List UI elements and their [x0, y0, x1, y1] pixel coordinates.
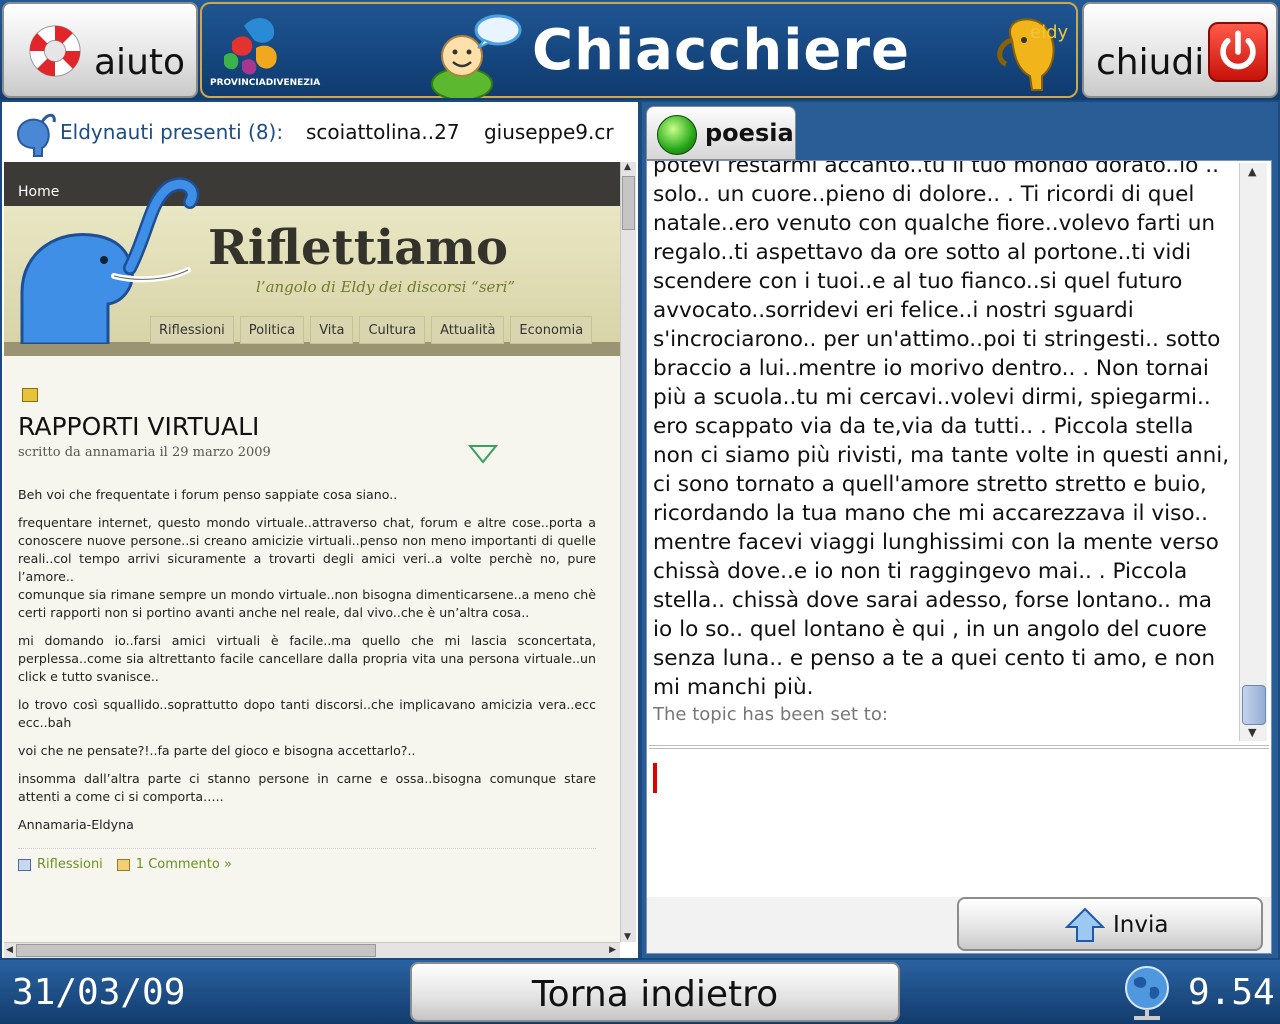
network-globe-icon	[1125, 966, 1169, 1020]
nav-tab-economia[interactable]: Economia	[510, 316, 593, 344]
date-display: 31/03/09	[12, 972, 186, 1013]
post-paragraph: lo trovo così squallido..soprattutto dop…	[18, 697, 596, 730]
send-button[interactable]: Invia	[957, 897, 1263, 951]
blog-post: RAPPORTI VIRTUALI scritto da annamaria i…	[18, 388, 596, 872]
post-body: Beh voi che frequentate i forum penso sa…	[18, 486, 596, 834]
post-paragraph: insomma dall’altra parte ci stanno perso…	[18, 771, 596, 804]
online-users-label: Eldynauti presenti (8):	[60, 120, 284, 144]
title-banner: PROVINCIADIVENEZIA Chiacchiere eldy	[200, 2, 1078, 98]
chat-log: potevi restarmi accanto..tu il tuo mondo…	[653, 161, 1237, 743]
scroll-thumb[interactable]	[16, 944, 376, 957]
send-label: Invia	[1113, 912, 1169, 938]
chat-message: potevi restarmi accanto..tu il tuo mondo…	[653, 161, 1230, 700]
post-paragraph: frequentare internet, questo mondo virtu…	[18, 515, 596, 584]
eldy-logo-text: eldy	[1030, 22, 1069, 43]
send-bar: Invia	[647, 897, 1271, 953]
left-panel: Eldynauti presenti (8): scoiattolina..27…	[2, 102, 638, 958]
post-title[interactable]: RAPPORTI VIRTUALI	[18, 412, 596, 441]
scroll-left-arrow-icon[interactable]: ◀	[6, 945, 13, 955]
site-subtitle: l’angolo di Eldy dei discorsi “seri”	[256, 278, 516, 296]
chat-panel: poesia potevi restarmi accanto..tu il tu…	[642, 102, 1278, 958]
comment-icon	[116, 858, 130, 871]
lifebuoy-icon	[29, 25, 81, 77]
province-logo-text: PROVINCIADIVENEZIA	[210, 78, 321, 88]
scroll-thumb[interactable]	[622, 176, 635, 230]
online-user[interactable]: giuseppe9.cr	[484, 120, 614, 144]
close-button[interactable]: chiudi	[1082, 2, 1278, 98]
online-user[interactable]: scoiattolina..27	[306, 120, 460, 144]
nav-tab-riflessioni[interactable]: Riflessioni	[150, 316, 234, 344]
online-users-list: scoiattolina..27 giuseppe9.cr	[306, 120, 632, 144]
category-link[interactable]: Riflessioni	[37, 857, 103, 872]
web-vertical-scrollbar[interactable]: ▲ ▼	[620, 162, 636, 942]
page-title: Chiacchiere	[532, 18, 910, 83]
site-title: Riflettiamo	[208, 220, 509, 276]
tab-label: poesia	[705, 119, 794, 147]
topic-notice: The topic has been set to:	[653, 704, 888, 725]
chat-user-icon	[431, 14, 522, 98]
post-footer: Riflessioni 1 Commento »	[18, 848, 596, 872]
scroll-down-arrow-icon[interactable]: ▼	[624, 932, 631, 942]
arrow-up-icon	[1065, 907, 1105, 942]
tab-poesia[interactable]: poesia	[646, 106, 796, 160]
post-feed-icon[interactable]	[22, 388, 38, 402]
post-paragraph: Beh voi che frequentate i forum penso sa…	[18, 487, 398, 502]
clock-display: 9.54	[1188, 972, 1275, 1013]
help-button[interactable]: aiuto	[2, 2, 198, 98]
scroll-up-arrow-icon[interactable]: ▲	[1248, 165, 1256, 178]
category-icon	[18, 858, 31, 871]
post-paragraph: comunque sia rimane sempre un mondo virt…	[18, 587, 596, 620]
post-byline: scritto da annamaria il 29 marzo 2009	[18, 445, 271, 460]
scroll-up-arrow-icon[interactable]: ▲	[624, 162, 631, 172]
eldy-elephant-logo: eldy	[997, 18, 1069, 91]
scroll-right-arrow-icon[interactable]: ▶	[609, 945, 616, 955]
text-caret	[653, 763, 657, 793]
divider	[649, 745, 1269, 749]
expand-triangle-icon[interactable]	[468, 444, 498, 464]
web-horizontal-scrollbar[interactable]: ◀ ▶	[4, 942, 620, 958]
site-header: Home Riflettiamo l’angolo di Eldy dei di…	[4, 162, 620, 356]
bottom-bar: 31/03/09 Torna indietro 9.54	[0, 960, 1280, 1024]
post-paragraph: voi che ne pensate?!..fa parte del gioco…	[18, 743, 416, 758]
close-label: chiudi	[1096, 42, 1205, 83]
site-nav: Riflessioni Politica Vita Cultura Attual…	[150, 316, 593, 344]
scroll-thumb[interactable]	[1242, 685, 1266, 725]
nav-tab-vita[interactable]: Vita	[310, 316, 354, 344]
comments-link[interactable]: 1 Commento »	[136, 857, 232, 872]
online-status-icon	[657, 115, 697, 155]
power-icon	[1208, 22, 1268, 82]
nav-tab-cultura[interactable]: Cultura	[359, 316, 426, 344]
help-label: aiuto	[94, 42, 186, 83]
embedded-web-page: Home Riflettiamo l’angolo di Eldy dei di…	[4, 162, 620, 942]
top-bar: aiuto PROVINCIADIVENEZIA Chiacchiere eld…	[0, 0, 1280, 100]
scroll-down-arrow-icon[interactable]: ▼	[1248, 726, 1256, 739]
chat-scrollbar[interactable]: ▲ ▼	[1239, 163, 1267, 741]
elephant-icon	[16, 113, 56, 157]
nav-tab-politica[interactable]: Politica	[239, 316, 305, 344]
nav-tab-attualita[interactable]: Attualità	[431, 316, 505, 344]
message-input[interactable]	[649, 757, 1267, 895]
online-users-bar: Eldynauti presenti (8): scoiattolina..27…	[2, 102, 638, 160]
chat-window: potevi restarmi accanto..tu il tuo mondo…	[646, 160, 1272, 954]
back-label: Torna indietro	[531, 974, 779, 1015]
post-signature: Annamaria-Eldyna	[18, 817, 134, 832]
back-button[interactable]: Torna indietro	[410, 962, 900, 1022]
post-paragraph: mi domando io..farsi amici virtuali è fa…	[18, 633, 596, 684]
